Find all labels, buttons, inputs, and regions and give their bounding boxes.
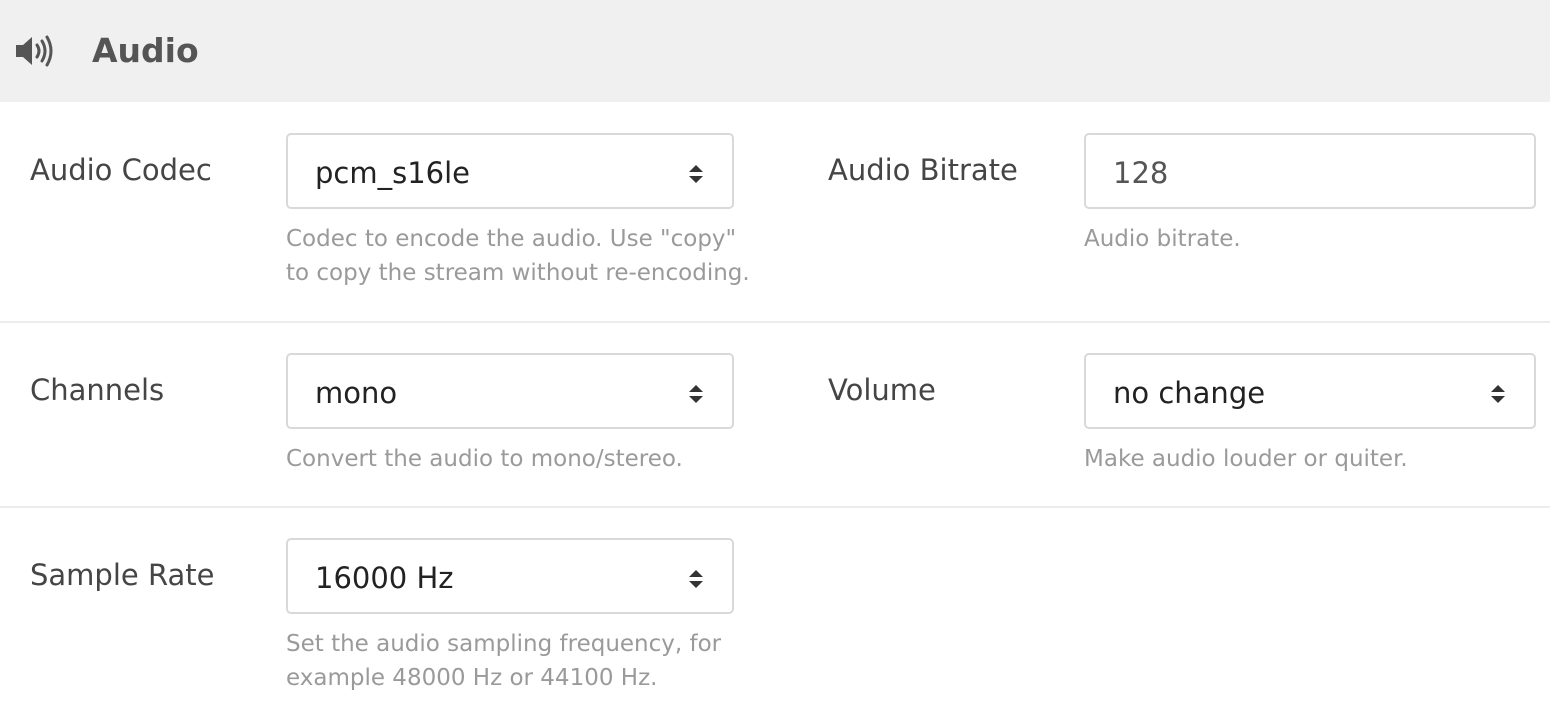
volume-help: Make audio louder or quiter.: [1084, 446, 1408, 472]
audio-codec-help: Codec to encode the audio. Use "copy" to…: [286, 222, 756, 290]
audio-bitrate-input[interactable]: 128: [1084, 133, 1536, 209]
audio-bitrate-value: 128: [1113, 156, 1169, 190]
row-divider: [0, 321, 1550, 323]
sample-rate-value: 16000 Hz: [315, 561, 454, 595]
select-arrows-icon: [689, 165, 703, 183]
speaker-volume-icon: [16, 35, 53, 67]
volume-label: Volume: [828, 373, 936, 407]
select-arrows-icon: [689, 385, 703, 403]
audio-codec-help-line-1: Codec to encode the audio. Use "copy": [286, 226, 737, 252]
audio-codec-value: pcm_s16le: [315, 156, 471, 190]
sample-rate-label: Sample Rate: [30, 558, 215, 592]
sample-rate-select[interactable]: 16000 Hz: [286, 538, 734, 614]
sample-rate-help-line-1: Set the audio sampling frequency, for: [286, 631, 722, 657]
sample-rate-help-line-2: example 48000 Hz or 44100 Hz.: [286, 665, 658, 691]
audio-codec-help-line-2: to copy the stream without re-encoding.: [286, 260, 750, 286]
audio-codec-label: Audio Codec: [30, 153, 212, 187]
audio-bitrate-label: Audio Bitrate: [828, 153, 1018, 187]
section-header: Audio: [0, 0, 1550, 102]
audio-codec-select[interactable]: pcm_s16le: [286, 133, 734, 209]
audio-bitrate-help: Audio bitrate.: [1084, 226, 1241, 252]
channels-help: Convert the audio to mono/stereo.: [286, 446, 683, 472]
sample-rate-help: Set the audio sampling frequency, for ex…: [286, 627, 756, 695]
volume-value: no change: [1113, 376, 1266, 410]
select-arrows-icon: [1491, 385, 1505, 403]
channels-label: Channels: [30, 373, 165, 407]
channels-select[interactable]: mono: [286, 353, 734, 429]
section-title: Audio: [92, 31, 199, 70]
select-arrows-icon: [689, 570, 703, 588]
row-divider: [0, 506, 1550, 508]
channels-value: mono: [315, 376, 398, 410]
volume-select[interactable]: no change: [1084, 353, 1536, 429]
